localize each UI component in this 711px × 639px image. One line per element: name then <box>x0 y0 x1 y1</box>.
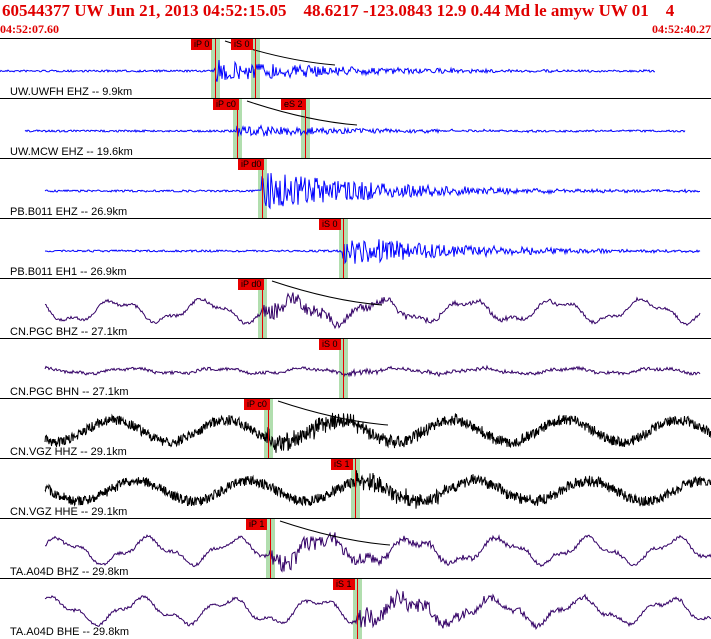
waveform-trace <box>44 239 701 265</box>
waveform-trace <box>44 292 701 330</box>
pick-marker-line[interactable] <box>355 459 356 519</box>
pick-marker-line[interactable] <box>255 39 256 99</box>
pick-marker-line[interactable] <box>215 39 216 99</box>
pick-label[interactable]: iP c0 <box>213 99 239 110</box>
channel-label: PB.B011 EH1 -- 26.9km <box>10 266 127 278</box>
waveform-trace <box>24 124 686 138</box>
header: 60544377 UW Jun 21, 2013 04:52:15.05 48.… <box>0 0 711 38</box>
channel-label: CN.PGC BHN -- 27.1km <box>10 386 129 398</box>
pick-label[interactable]: iP d0 <box>238 279 265 290</box>
waveform-trace <box>44 470 711 509</box>
pick-marker-line[interactable] <box>343 219 344 279</box>
waveform-trace <box>0 59 655 82</box>
start-time: 04:52:07.60 <box>0 22 59 36</box>
channel-label: UW.MCW EHZ -- 19.6km <box>10 146 133 158</box>
pick-label[interactable]: iS 0 <box>319 339 341 350</box>
channel-label: UW.UWFH EHZ -- 9.9km <box>10 86 133 98</box>
trace-panel: iS 0 PB.B011 EH1 -- 26.9km <box>0 218 711 279</box>
pick-label[interactable]: iS 1 <box>333 579 355 590</box>
end-time: 04:52:40.27 <box>652 22 711 36</box>
waveform-trace <box>45 531 711 573</box>
coda-curve <box>271 280 383 306</box>
waveform-trace <box>44 173 701 210</box>
pick-label[interactable]: eS 2 <box>281 99 306 110</box>
pick-label[interactable]: iP 0 <box>191 39 213 50</box>
trace-panel: iS 0 CN.PGC BHN -- 27.1km <box>0 338 711 399</box>
channel-label: TA.A04D BHZ -- 29.8km <box>10 566 129 578</box>
pick-label[interactable]: iP 1 <box>246 519 268 530</box>
pick-marker-line[interactable] <box>270 519 271 579</box>
pick-label[interactable]: iP c0 <box>244 399 270 410</box>
pick-marker-line[interactable] <box>357 579 358 639</box>
channel-label: TA.A04D BHE -- 29.8km <box>10 626 129 638</box>
waveform-trace <box>44 412 711 453</box>
trace-panel: iP 1 TA.A04D BHZ -- 29.8km <box>0 518 711 579</box>
event-title: 60544377 UW Jun 21, 2013 04:52:15.05 48.… <box>2 1 675 20</box>
pick-label[interactable]: iS 0 <box>231 39 253 50</box>
trace-panel: iP d0 PB.B011 EHZ -- 26.9km <box>0 158 711 219</box>
trace-panel: iS 1 TA.A04D BHE -- 29.8km <box>0 578 711 639</box>
pick-label[interactable]: iS 0 <box>319 219 341 230</box>
waveform-trace <box>44 588 711 630</box>
trace-panel: iP c0 eS 2 UW.MCW EHZ -- 19.6km <box>0 98 711 159</box>
trace-panel: iP 0 iS 0 UW.UWFH EHZ -- 9.9km <box>0 38 711 99</box>
pick-marker-line[interactable] <box>343 339 344 399</box>
trace-panel: iS 1 CN.VGZ HHE -- 29.1km <box>0 458 711 519</box>
pick-label[interactable]: iP d0 <box>238 159 265 170</box>
channel-label: CN.VGZ HHE -- 29.1km <box>10 506 128 518</box>
pick-label[interactable]: iS 1 <box>331 459 353 470</box>
channel-label: CN.VGZ HHZ -- 29.1km <box>10 446 127 458</box>
channel-label: PB.B011 EHZ -- 26.9km <box>10 206 128 218</box>
channel-label: CN.PGC BHZ -- 27.1km <box>10 326 128 338</box>
trace-panel: iP c0 CN.VGZ HHZ -- 29.1km <box>0 398 711 459</box>
waveform-trace <box>44 364 701 378</box>
trace-panel: iP d0 CN.PGC BHZ -- 27.1km <box>0 278 711 339</box>
